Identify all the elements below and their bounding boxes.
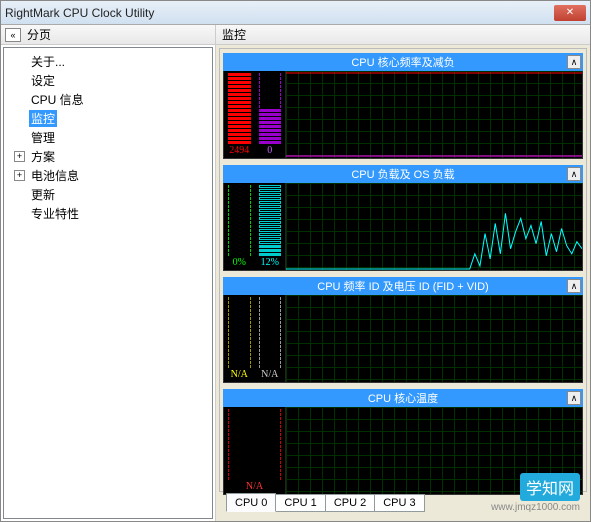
bar-label: 12%: [257, 256, 284, 270]
nav-item-label: 管理: [29, 129, 57, 146]
right-header-label: 监控: [222, 26, 246, 43]
nav-item-0[interactable]: 关于...: [6, 52, 210, 71]
chart-panel-1: CPU 负载及 OS 负载 ∧ 0% 12%: [223, 165, 583, 271]
nav-item-6[interactable]: + 电池信息: [6, 166, 210, 185]
bar-meter: [259, 185, 282, 256]
chevron-up-icon[interactable]: ∧: [567, 167, 581, 181]
chart-graph: [286, 183, 582, 270]
watermark-text: 学知网: [520, 473, 580, 501]
bar-meter: [228, 185, 251, 256]
nav-item-label: 专业特性: [29, 205, 81, 222]
bar-col-1: 0: [255, 71, 286, 158]
window-title: RightMark CPU Clock Utility: [5, 6, 554, 20]
bar-meter: [259, 297, 282, 368]
chart-line-svg: [286, 183, 582, 270]
bar-label: 0: [257, 144, 284, 158]
close-button[interactable]: ✕: [554, 5, 586, 21]
chart-body: 0% 12%: [223, 183, 583, 271]
chevron-up-icon[interactable]: ∧: [567, 279, 581, 293]
chart-title: CPU 核心频率及减负 ∧: [223, 53, 583, 71]
bar-label: 2494: [226, 144, 253, 158]
chart-graph: [286, 295, 582, 382]
monitor-area: CPU 核心频率及减负∧24940CPU 负载及 OS 负载∧0%12%CPU …: [216, 45, 590, 521]
chart-body: 2494 0: [223, 71, 583, 159]
titlebar: RightMark CPU Clock Utility ✕: [1, 1, 590, 25]
left-header-label: 分页: [27, 26, 51, 43]
nav-item-label: 监控: [29, 110, 57, 127]
nav-item-3[interactable]: 监控: [6, 109, 210, 128]
chart-bars: 0% 12%: [224, 183, 286, 270]
cpu-tab-3[interactable]: CPU 3: [374, 494, 424, 512]
bar-col-0: N/A: [224, 407, 285, 494]
chart-title-label: CPU 核心温度: [368, 390, 438, 406]
cpu-tab-0[interactable]: CPU 0: [226, 493, 276, 512]
monitor-groupbox: CPU 核心频率及减负∧24940CPU 负载及 OS 负载∧0%12%CPU …: [219, 48, 587, 492]
nav-item-label: 设定: [29, 72, 57, 89]
chart-title-label: CPU 负载及 OS 负载: [351, 166, 454, 182]
chart-panel-2: CPU 频率 ID 及电压 ID (FID + VID) ∧ N/A N/A: [223, 277, 583, 383]
bar-meter: [228, 73, 251, 144]
bar-label: N/A: [226, 368, 253, 382]
nav-item-4[interactable]: 管理: [6, 128, 210, 147]
chart-line-svg: [286, 295, 582, 382]
main-content: « 分页 关于...设定CPU 信息监控管理+方案+电池信息更新专业特性 监控 …: [1, 25, 590, 521]
chart-title-label: CPU 频率 ID 及电压 ID (FID + VID): [317, 278, 488, 294]
expander-icon[interactable]: +: [14, 151, 25, 162]
chart-body: N/A N/A: [223, 295, 583, 383]
chart-title: CPU 频率 ID 及电压 ID (FID + VID) ∧: [223, 277, 583, 295]
nav-item-1[interactable]: 设定: [6, 71, 210, 90]
left-pane: « 分页 关于... 设定 CPU 信息监控管理 + 方案 + 电池信息更新专业特性: [1, 25, 216, 521]
left-header: « 分页: [1, 25, 215, 45]
nav-item-8[interactable]: 专业特性: [6, 204, 210, 223]
chart-title: CPU 负载及 OS 负载 ∧: [223, 165, 583, 183]
nav-item-label: 更新: [29, 186, 57, 203]
chart-title-label: CPU 核心频率及减负: [351, 54, 454, 70]
nav-item-7[interactable]: 更新: [6, 185, 210, 204]
chart-graph: [286, 71, 582, 158]
nav-item-2[interactable]: CPU 信息: [6, 90, 210, 109]
watermark-url: www.jmqz1000.com: [491, 502, 580, 513]
chevron-up-icon[interactable]: ∧: [567, 391, 581, 405]
bar-col-0: 0%: [224, 183, 255, 270]
expander-icon[interactable]: +: [14, 170, 25, 181]
bar-col-1: 12%: [255, 183, 286, 270]
bar-col-1: N/A: [255, 295, 286, 382]
chart-panel-0: CPU 核心频率及减负 ∧ 2494 0: [223, 53, 583, 159]
chart-bars: 2494 0: [224, 71, 286, 158]
nav-item-label: CPU 信息: [29, 91, 86, 108]
watermark: 学知网 www.jmqz1000.com: [491, 473, 580, 513]
nav-item-label: 方案: [29, 148, 57, 165]
collapse-left-button[interactable]: «: [5, 28, 21, 42]
chevron-up-icon[interactable]: ∧: [567, 55, 581, 69]
cpu-tab-1[interactable]: CPU 1: [275, 494, 325, 512]
bar-meter: [228, 409, 281, 480]
chart-bars: N/A N/A: [224, 295, 286, 382]
bar-label: 0%: [226, 256, 253, 270]
chart-title: CPU 核心温度 ∧: [223, 389, 583, 407]
bar-meter: [228, 297, 251, 368]
right-pane: 监控 CPU 核心频率及减负∧24940CPU 负载及 OS 负载∧0%12%C…: [216, 25, 590, 521]
right-header: 监控: [216, 25, 590, 45]
nav-item-label: 关于...: [29, 53, 67, 70]
nav-item-label: 电池信息: [29, 167, 81, 184]
chart-bars: N/A: [224, 407, 286, 494]
cpu-tabs: CPU 0CPU 1CPU 2CPU 3: [224, 493, 426, 513]
nav-tree: 关于... 设定 CPU 信息监控管理 + 方案 + 电池信息更新专业特性: [3, 47, 213, 519]
bar-meter: [259, 73, 282, 144]
bar-col-0: N/A: [224, 295, 255, 382]
chart-line-svg: [286, 71, 582, 158]
bar-col-0: 2494: [224, 71, 255, 158]
nav-item-5[interactable]: + 方案: [6, 147, 210, 166]
bar-label: N/A: [226, 480, 283, 494]
bar-label: N/A: [257, 368, 284, 382]
cpu-tab-2[interactable]: CPU 2: [325, 494, 375, 512]
